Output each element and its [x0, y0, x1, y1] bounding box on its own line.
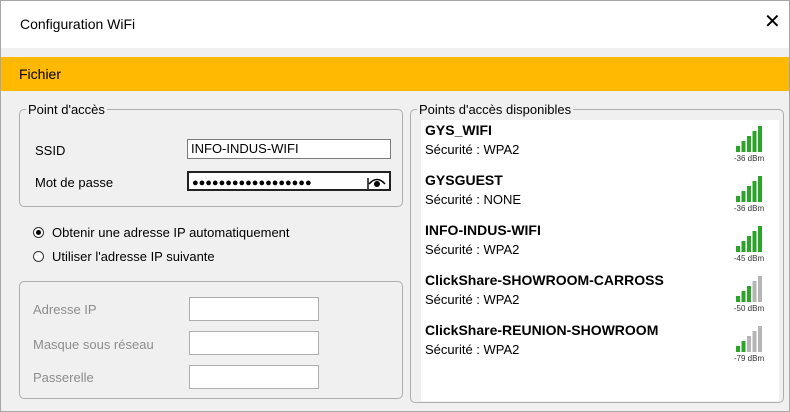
ssid-input[interactable]: INFO-INDUS-WIFI	[187, 139, 391, 159]
signal-strength-icon	[736, 226, 762, 252]
signal-bar	[736, 296, 740, 302]
signal-bar	[747, 336, 751, 352]
signal-bar	[758, 326, 762, 352]
signal-bar	[736, 196, 740, 202]
menu-fichier[interactable]: Fichier	[19, 66, 61, 82]
signal-bar	[752, 231, 757, 252]
radio-ip-auto-dot	[33, 227, 44, 238]
signal-bar	[736, 146, 740, 152]
ssid-label: SSID	[35, 143, 66, 158]
signal-bar	[747, 286, 751, 302]
subnet-mask-label: Masque sous réseau	[33, 337, 154, 352]
menu-bar: Fichier	[1, 57, 789, 91]
access-point-security: Sécurité : WPA2	[425, 292, 520, 307]
access-point-name: GYSGUEST	[425, 172, 503, 188]
access-point-name: ClickShare-SHOWROOM-CARROSS	[425, 272, 664, 288]
access-point-item[interactable]: ClickShare-SHOWROOM-CARROSS Sécurité : WP…	[421, 270, 779, 320]
available-aps-legend: Points d'accès disponibles	[419, 102, 572, 117]
signal-bar	[747, 236, 751, 252]
access-point-security: Sécurité : WPA2	[425, 142, 520, 157]
access-point-security: Sécurité : NONE	[425, 192, 522, 207]
title-bar: Configuration WiFi ✕	[1, 1, 789, 48]
signal-strength-icon	[736, 176, 762, 202]
signal-bar	[736, 246, 740, 252]
eye-icon[interactable]	[367, 174, 387, 190]
radio-ip-manual-dot	[33, 251, 44, 262]
radio-ip-auto-label: Obtenir une adresse IP automatiquement	[52, 225, 290, 240]
password-input[interactable]: ●●●●●●●●●●●●●●●●●●	[187, 171, 391, 191]
access-point-security: Sécurité : WPA2	[425, 342, 520, 357]
signal-dbm: -45 dBm	[733, 254, 765, 263]
signal-bar	[741, 341, 746, 352]
access-point-list[interactable]: GYS_WIFI Sécurité : WPA2 -36 dBm GYSGUEST Sé…	[421, 120, 779, 401]
signal-bar	[736, 346, 740, 352]
signal-dbm: -79 dBm	[733, 354, 765, 363]
ip-address-input[interactable]	[189, 297, 319, 321]
signal-dbm: -36 dBm	[733, 154, 765, 163]
signal-bar	[747, 136, 751, 152]
access-point-item[interactable]: GYSGUEST Sécurité : NONE -36 dBm	[421, 170, 779, 220]
signal-bar	[752, 331, 757, 352]
access-point-name: INFO-INDUS-WIFI	[425, 222, 541, 238]
window-title: Configuration WiFi	[20, 16, 136, 32]
access-point-security: Sécurité : WPA2	[425, 242, 520, 257]
signal-dbm: -50 dBm	[733, 304, 765, 313]
signal-dbm: -36 dBm	[733, 204, 765, 213]
radio-ip-manual[interactable]: Utiliser l'adresse IP suivante	[33, 249, 215, 264]
signal-bar	[758, 276, 762, 302]
subnet-mask-input[interactable]	[189, 331, 319, 355]
password-label: Mot de passe	[35, 175, 114, 190]
access-point-legend: Point d'accès	[28, 102, 105, 117]
signal-strength-icon	[736, 326, 762, 352]
signal-strength-icon	[736, 126, 762, 152]
access-point-item[interactable]: ClickShare-REUNION-SHOWROOM Sécurité : WP…	[421, 320, 779, 370]
password-mask: ●●●●●●●●●●●●●●●●●●	[192, 177, 312, 189]
radio-ip-manual-label: Utiliser l'adresse IP suivante	[52, 249, 215, 264]
signal-bar	[752, 181, 757, 202]
signal-bar	[741, 291, 746, 302]
access-point-item[interactable]: INFO-INDUS-WIFI Sécurité : WPA2 -45 dBm	[421, 220, 779, 270]
wifi-config-window: Configuration WiFi ✕ Fichier Point d'acc…	[0, 0, 790, 412]
ip-address-label: Adresse IP	[33, 302, 97, 317]
access-point-name: GYS_WIFI	[425, 122, 492, 138]
signal-bar	[758, 126, 762, 152]
signal-bar	[758, 226, 762, 252]
signal-bar	[741, 141, 746, 152]
signal-bar	[752, 131, 757, 152]
signal-bar	[758, 176, 762, 202]
signal-bar	[752, 281, 757, 302]
signal-bar	[741, 191, 746, 202]
gateway-input[interactable]	[189, 365, 319, 389]
access-point-name: ClickShare-REUNION-SHOWROOM	[425, 322, 659, 338]
signal-bar	[741, 241, 746, 252]
close-icon[interactable]: ✕	[764, 12, 781, 32]
radio-ip-auto[interactable]: Obtenir une adresse IP automatiquement	[33, 225, 290, 240]
signal-strength-icon	[736, 276, 762, 302]
signal-bar	[747, 186, 751, 202]
access-point-item[interactable]: GYS_WIFI Sécurité : WPA2 -36 dBm	[421, 120, 779, 170]
gateway-label: Passerelle	[33, 370, 94, 385]
